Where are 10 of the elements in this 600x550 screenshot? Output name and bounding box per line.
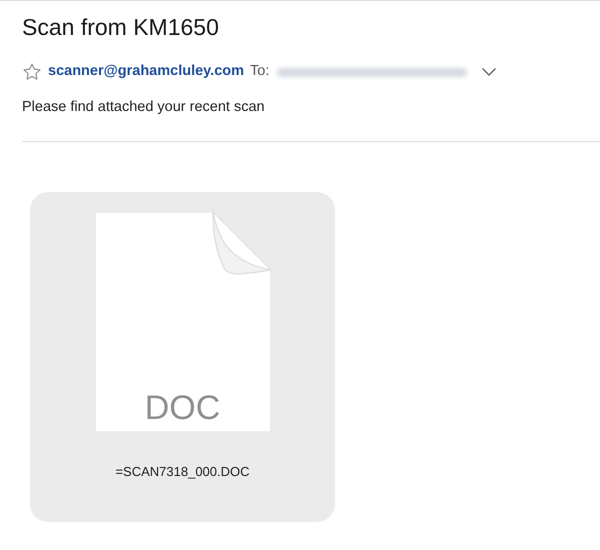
attachment-card[interactable]: DOC =SCAN7318_000.DOC — [30, 192, 335, 522]
document-icon — [94, 212, 270, 432]
chevron-down-icon[interactable] — [481, 67, 498, 77]
message-body: Please find attached your recent scan — [22, 98, 265, 117]
star-icon[interactable] — [22, 62, 42, 82]
file-type-label: DOC — [144, 388, 220, 428]
recipient-label: To: — [250, 62, 270, 82]
attachment-filename: =SCAN7318_000.DOC — [115, 462, 250, 481]
sender-address[interactable]: scanner@grahamcluley.com — [48, 61, 244, 83]
email-subject: Scan from KM1650 — [22, 13, 219, 41]
